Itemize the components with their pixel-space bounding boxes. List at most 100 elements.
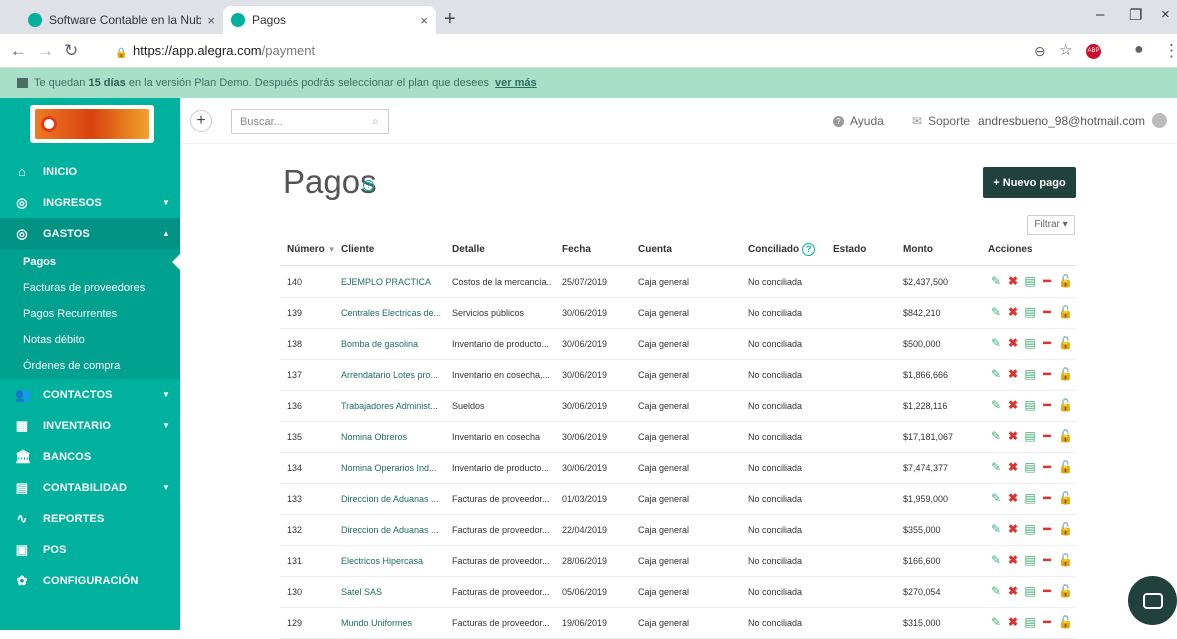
delete-icon[interactable]: ✖ (1007, 522, 1019, 536)
sidebar-sub-recurrentes[interactable]: Pagos Recurrentes (0, 301, 180, 327)
cell-numero[interactable]: 137 (287, 370, 302, 380)
unlock-icon[interactable]: 🔓 (1058, 522, 1073, 536)
unlock-icon[interactable]: 🔓 (1058, 491, 1073, 505)
delete-icon[interactable]: ✖ (1007, 553, 1019, 567)
sidebar-item-contabilidad[interactable]: ▤ CONTABILIDAD ▼ (0, 472, 180, 503)
edit-icon[interactable]: ✎ (990, 398, 1002, 412)
support-link[interactable]: ✉ Soporte (912, 114, 970, 128)
delete-icon[interactable]: ✖ (1007, 584, 1019, 598)
cell-numero[interactable]: 139 (287, 308, 302, 318)
profile-icon[interactable]: ● (1134, 41, 1144, 59)
cell-numero[interactable]: 140 (287, 277, 302, 287)
void-icon[interactable]: ━ (1041, 367, 1053, 381)
edit-icon[interactable]: ✎ (990, 305, 1002, 319)
browser-tab-pagos[interactable]: Pagos × (223, 6, 436, 34)
sidebar-item-bancos[interactable]: 🏛 BANCOS (0, 441, 180, 472)
sidebar-item-reportes[interactable]: ∿ REPORTES (0, 503, 180, 534)
close-tab-icon[interactable]: × (420, 13, 428, 28)
sidebar-sub-pagos[interactable]: Pagos (0, 249, 180, 275)
void-icon[interactable]: ━ (1041, 460, 1053, 474)
cell-numero[interactable]: 129 (287, 618, 302, 628)
print-icon[interactable]: ▤ (1024, 429, 1036, 443)
void-icon[interactable]: ━ (1041, 522, 1053, 536)
print-icon[interactable]: ▤ (1024, 336, 1036, 350)
edit-icon[interactable]: ✎ (990, 367, 1002, 381)
minimize-icon[interactable]: – (1096, 6, 1104, 23)
void-icon[interactable]: ━ (1041, 398, 1053, 412)
delete-icon[interactable]: ✖ (1007, 274, 1019, 288)
print-icon[interactable]: ▤ (1024, 398, 1036, 412)
edit-icon[interactable]: ✎ (990, 491, 1002, 505)
quick-add-button[interactable]: + (190, 110, 212, 132)
unlock-icon[interactable]: 🔓 (1058, 553, 1073, 567)
page-help-icon[interactable]: ? (363, 180, 374, 191)
delete-icon[interactable]: ✖ (1007, 615, 1019, 629)
col-numero[interactable]: Número ▼ (287, 244, 336, 255)
cell-numero[interactable]: 130 (287, 587, 302, 597)
unlock-icon[interactable]: 🔓 (1058, 274, 1073, 288)
cell-numero[interactable]: 131 (287, 556, 302, 566)
cell-numero[interactable]: 136 (287, 401, 302, 411)
help-circle-icon[interactable]: ? (802, 243, 816, 256)
new-payment-button[interactable]: + Nuevo pago (983, 167, 1076, 198)
unlock-icon[interactable]: 🔓 (1058, 305, 1073, 319)
cell-numero[interactable]: 138 (287, 339, 302, 349)
unlock-icon[interactable]: 🔓 (1058, 398, 1073, 412)
print-icon[interactable]: ▤ (1024, 553, 1036, 567)
sidebar-sub-facturas[interactable]: Facturas de proveedores (0, 275, 180, 301)
unlock-icon[interactable]: 🔓 (1058, 460, 1073, 474)
cell-numero[interactable]: 134 (287, 463, 302, 473)
unlock-icon[interactable]: 🔓 (1058, 367, 1073, 381)
cell-cliente[interactable]: Direccion de Aduanas ... (341, 525, 447, 535)
cell-cliente[interactable]: Nomina Operarios Ind... (341, 463, 447, 473)
delete-icon[interactable]: ✖ (1007, 429, 1019, 443)
edit-icon[interactable]: ✎ (990, 460, 1002, 474)
chat-launcher[interactable] (1128, 576, 1177, 625)
cell-cliente[interactable]: Trabajadores Administ... (341, 401, 447, 411)
user-menu[interactable]: andresbueno_98@hotmail.com (978, 113, 1167, 128)
print-icon[interactable]: ▤ (1024, 522, 1036, 536)
delete-icon[interactable]: ✖ (1007, 367, 1019, 381)
delete-icon[interactable]: ✖ (1007, 491, 1019, 505)
edit-icon[interactable]: ✎ (990, 584, 1002, 598)
url-field[interactable]: 🔒 https://app.alegra.com/payment (115, 43, 315, 59)
cell-cliente[interactable]: Centrales Electricas de... (341, 308, 447, 318)
delete-icon[interactable]: ✖ (1007, 460, 1019, 474)
close-tab-icon[interactable]: × (207, 13, 215, 28)
maximize-icon[interactable]: ❐ (1129, 6, 1142, 24)
void-icon[interactable]: ━ (1041, 584, 1053, 598)
void-icon[interactable]: ━ (1041, 491, 1053, 505)
sidebar-item-inicio[interactable]: ⌂ INICIO (0, 156, 180, 187)
company-logo[interactable] (30, 105, 154, 143)
cell-numero[interactable]: 132 (287, 525, 302, 535)
cell-cliente[interactable]: Electricos Hipercasa (341, 556, 447, 566)
filter-dropdown[interactable]: Filtrar ▾ (1027, 215, 1075, 235)
unlock-icon[interactable]: 🔓 (1058, 584, 1073, 598)
void-icon[interactable]: ━ (1041, 336, 1053, 350)
back-icon[interactable]: ← (10, 41, 27, 61)
void-icon[interactable]: ━ (1041, 615, 1053, 629)
cell-cliente[interactable]: Satel SAS (341, 587, 447, 597)
print-icon[interactable]: ▤ (1024, 367, 1036, 381)
cell-cliente[interactable]: EJEMPLO PRACTICA (341, 277, 447, 287)
unlock-icon[interactable]: 🔓 (1058, 336, 1073, 350)
delete-icon[interactable]: ✖ (1007, 398, 1019, 412)
sidebar-item-contactos[interactable]: 👥 CONTACTOS ▼ (0, 379, 180, 410)
reload-icon[interactable]: ↻ (64, 41, 78, 61)
cell-cliente[interactable]: Direccion de Aduanas ... (341, 494, 447, 504)
browser-tab-software[interactable]: Software Contable en la Nube pa × (20, 6, 223, 34)
sidebar-item-configuracion[interactable]: ✿ CONFIGURACIÓN (0, 565, 180, 596)
help-link[interactable]: ? Ayuda (833, 114, 884, 128)
print-icon[interactable]: ▤ (1024, 584, 1036, 598)
cell-numero[interactable]: 133 (287, 494, 302, 504)
edit-icon[interactable]: ✎ (990, 336, 1002, 350)
sidebar-sub-notas-debito[interactable]: Notas débito (0, 327, 180, 353)
cell-cliente[interactable]: Bomba de gasolina (341, 339, 447, 349)
void-icon[interactable]: ━ (1041, 305, 1053, 319)
cell-cliente[interactable]: Arrendatario Lotes pro... (341, 370, 447, 380)
sidebar-item-ingresos[interactable]: ◎ INGRESOS ▼ (0, 187, 180, 218)
sidebar-item-gastos[interactable]: ◎ GASTOS ▲ (0, 218, 180, 249)
delete-icon[interactable]: ✖ (1007, 336, 1019, 350)
print-icon[interactable]: ▤ (1024, 305, 1036, 319)
unlock-icon[interactable]: 🔓 (1058, 615, 1073, 629)
